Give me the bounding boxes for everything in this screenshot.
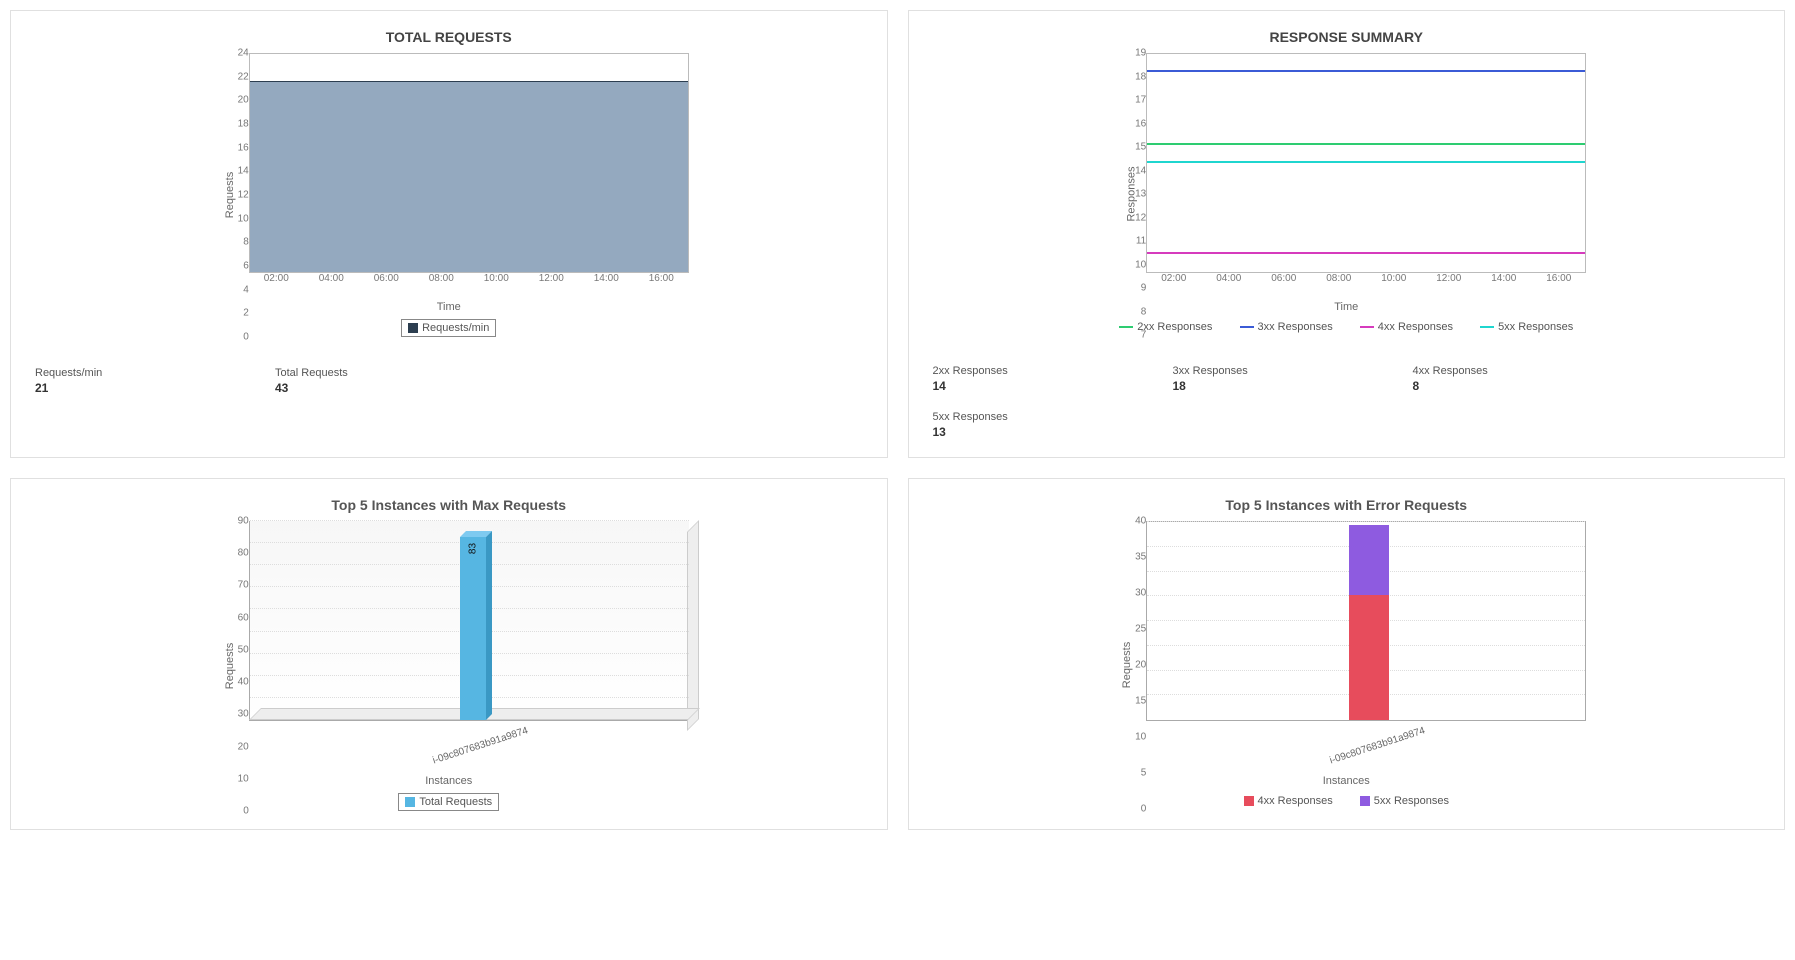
legend-swatch-icon bbox=[1244, 796, 1254, 806]
chart-bar-top5-error: Requests 0510152025303540 i-09c807683b91… bbox=[1106, 521, 1586, 809]
stat-label: 2xx Responses bbox=[933, 365, 1053, 377]
x-axis-label: Instances bbox=[209, 775, 689, 787]
stat-value: 14 bbox=[933, 379, 1053, 393]
stat-value: 8 bbox=[1413, 379, 1533, 393]
stat-label: 5xx Responses bbox=[933, 411, 1761, 423]
legend-label: 5xx Responses bbox=[1374, 795, 1449, 807]
legend-swatch-icon bbox=[408, 323, 418, 333]
chart-title: Top 5 Instances with Max Requests bbox=[35, 497, 863, 513]
stat-5xx: 5xx Responses 13 bbox=[933, 411, 1761, 439]
panel-top5-error-requests: Top 5 Instances with Error Requests Requ… bbox=[908, 478, 1786, 830]
bar-instance-0 bbox=[1349, 525, 1389, 720]
chart-title: RESPONSE SUMMARY bbox=[933, 29, 1761, 45]
legend-label: Total Requests bbox=[419, 796, 492, 808]
stat-value: 21 bbox=[35, 381, 155, 395]
y-axis-ticks: 78910111213141516171819 bbox=[1118, 53, 1146, 335]
x-axis-ticks: 02:0004:0006:0008:0010:0012:0014:0016:00 bbox=[249, 273, 689, 287]
stat-label: Requests/min bbox=[35, 367, 155, 379]
panel-total-requests: TOTAL REQUESTS Requests 0246810121416182… bbox=[10, 10, 888, 458]
stat-3xx: 3xx Responses 18 bbox=[1173, 365, 1293, 393]
legend-item-total-requests: Total Requests bbox=[398, 793, 499, 811]
stat-value: 18 bbox=[1173, 379, 1293, 393]
line-3xx bbox=[1147, 70, 1585, 72]
x-axis-ticks: i-09c807683b91a9874 bbox=[249, 721, 689, 761]
plot-area: 83 bbox=[249, 521, 689, 721]
chart-title: TOTAL REQUESTS bbox=[35, 29, 863, 45]
line-4xx bbox=[1147, 252, 1585, 254]
panel-response-summary: RESPONSE SUMMARY Responses 7891011121314… bbox=[908, 10, 1786, 458]
legend-item-3xx: 3xx Responses bbox=[1234, 319, 1339, 335]
legend-swatch-icon bbox=[1360, 326, 1374, 328]
chart-title: Top 5 Instances with Error Requests bbox=[933, 497, 1761, 513]
legend-label: 4xx Responses bbox=[1378, 321, 1453, 333]
plot-area bbox=[249, 53, 689, 273]
y-axis-ticks: 024681012141618202224 bbox=[221, 53, 249, 337]
legend-item-5xx: 5xx Responses bbox=[1474, 319, 1579, 335]
x-axis-label: Time bbox=[1106, 301, 1586, 313]
stat-4xx: 4xx Responses 8 bbox=[1413, 365, 1533, 393]
bar-instance-0: 83 bbox=[460, 537, 486, 720]
stats-row: Requests/min 21 Total Requests 43 bbox=[35, 367, 863, 395]
x-axis-ticks: 02:0004:0006:0008:0010:0012:0014:0016:00 bbox=[1146, 273, 1586, 287]
stats-row: 2xx Responses 14 3xx Responses 18 4xx Re… bbox=[933, 365, 1761, 439]
legend-label: 4xx Responses bbox=[1258, 795, 1333, 807]
legend-swatch-icon bbox=[1480, 326, 1494, 328]
chart-legend: Requests/min bbox=[209, 319, 689, 337]
dashboard: TOTAL REQUESTS Requests 0246810121416182… bbox=[10, 10, 1785, 830]
x-axis-ticks: i-09c807683b91a9874 bbox=[1146, 721, 1586, 761]
legend-swatch-icon bbox=[1240, 326, 1254, 328]
y-axis-ticks: 0510152025303540 bbox=[1118, 521, 1146, 809]
line-5xx bbox=[1147, 161, 1585, 163]
x-axis-label: Instances bbox=[1106, 775, 1586, 787]
chart-legend: 4xx Responses 5xx Responses bbox=[1106, 793, 1586, 809]
stat-label: Total Requests bbox=[275, 367, 395, 379]
panel-top5-max-requests: Top 5 Instances with Max Requests Reques… bbox=[10, 478, 888, 830]
chart-legend: 2xx Responses 3xx Responses 4xx Response… bbox=[1106, 319, 1586, 335]
stat-value: 43 bbox=[275, 381, 395, 395]
y-axis-ticks: 0102030405060708090 bbox=[221, 521, 249, 811]
chart-legend: Total Requests bbox=[209, 793, 689, 811]
area-series-requests bbox=[250, 81, 688, 272]
plot-area bbox=[1146, 521, 1586, 721]
legend-label: 3xx Responses bbox=[1258, 321, 1333, 333]
bar-segment-5xx bbox=[1349, 525, 1389, 595]
legend-label: 2xx Responses bbox=[1137, 321, 1212, 333]
legend-label: Requests/min bbox=[422, 322, 489, 334]
legend-swatch-icon bbox=[405, 797, 415, 807]
x-axis-label: Time bbox=[209, 301, 689, 313]
bar-segment-4xx bbox=[1349, 595, 1389, 720]
stat-requests-min: Requests/min 21 bbox=[35, 367, 155, 395]
x-tick-label: i-09c807683b91a9874 bbox=[1328, 725, 1426, 766]
stat-label: 3xx Responses bbox=[1173, 365, 1293, 377]
legend-item-4xx: 4xx Responses bbox=[1238, 793, 1339, 809]
legend-label: 5xx Responses bbox=[1498, 321, 1573, 333]
stat-total-requests: Total Requests 43 bbox=[275, 367, 395, 395]
chart-line-response-summary: Responses 78910111213141516171819 02:000… bbox=[1106, 53, 1586, 335]
stat-2xx: 2xx Responses 14 bbox=[933, 365, 1053, 393]
stat-value: 13 bbox=[933, 425, 1761, 439]
bar-value-label: 83 bbox=[468, 542, 479, 553]
plot-area bbox=[1146, 53, 1586, 273]
chart-bar-top5-max: Requests 0102030405060708090 83 i-09c807… bbox=[209, 521, 689, 811]
legend-swatch-icon bbox=[1360, 796, 1370, 806]
legend-item-requests-min: Requests/min bbox=[401, 319, 496, 337]
chart-area-total-requests: Requests 024681012141618202224 02:0004:0… bbox=[209, 53, 689, 337]
legend-item-4xx: 4xx Responses bbox=[1354, 319, 1459, 335]
legend-item-5xx: 5xx Responses bbox=[1354, 793, 1455, 809]
line-2xx bbox=[1147, 143, 1585, 145]
stat-label: 4xx Responses bbox=[1413, 365, 1533, 377]
x-tick-label: i-09c807683b91a9874 bbox=[431, 725, 529, 766]
